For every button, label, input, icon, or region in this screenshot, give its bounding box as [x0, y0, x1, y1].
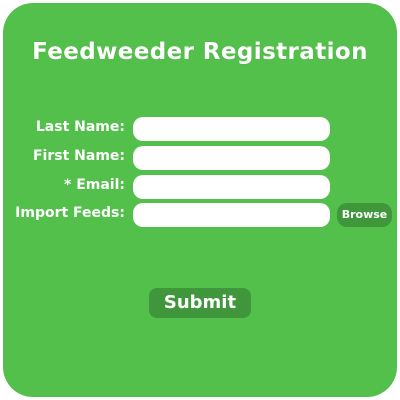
import-feeds-label: Import Feeds: — [15, 205, 125, 221]
last-name-input[interactable] — [133, 117, 330, 141]
form-title: Feedweeder Registration — [32, 39, 368, 65]
import-feeds-row: Import Feeds: Browse — [3, 203, 397, 227]
first-name-label: First Name: — [32, 148, 125, 164]
email-input[interactable] — [133, 175, 330, 199]
registration-card: Feedweeder Registration Last Name: First… — [3, 3, 397, 397]
import-feeds-input[interactable] — [133, 203, 330, 227]
last-name-label: Last Name: — [35, 119, 125, 135]
email-row: * Email: — [3, 175, 397, 199]
submit-button[interactable]: Submit — [149, 288, 251, 318]
last-name-row: Last Name: — [3, 117, 397, 141]
browse-button[interactable]: Browse — [337, 203, 392, 227]
email-label: * Email: — [64, 177, 125, 193]
first-name-row: First Name: — [3, 146, 397, 170]
first-name-input[interactable] — [133, 146, 330, 170]
